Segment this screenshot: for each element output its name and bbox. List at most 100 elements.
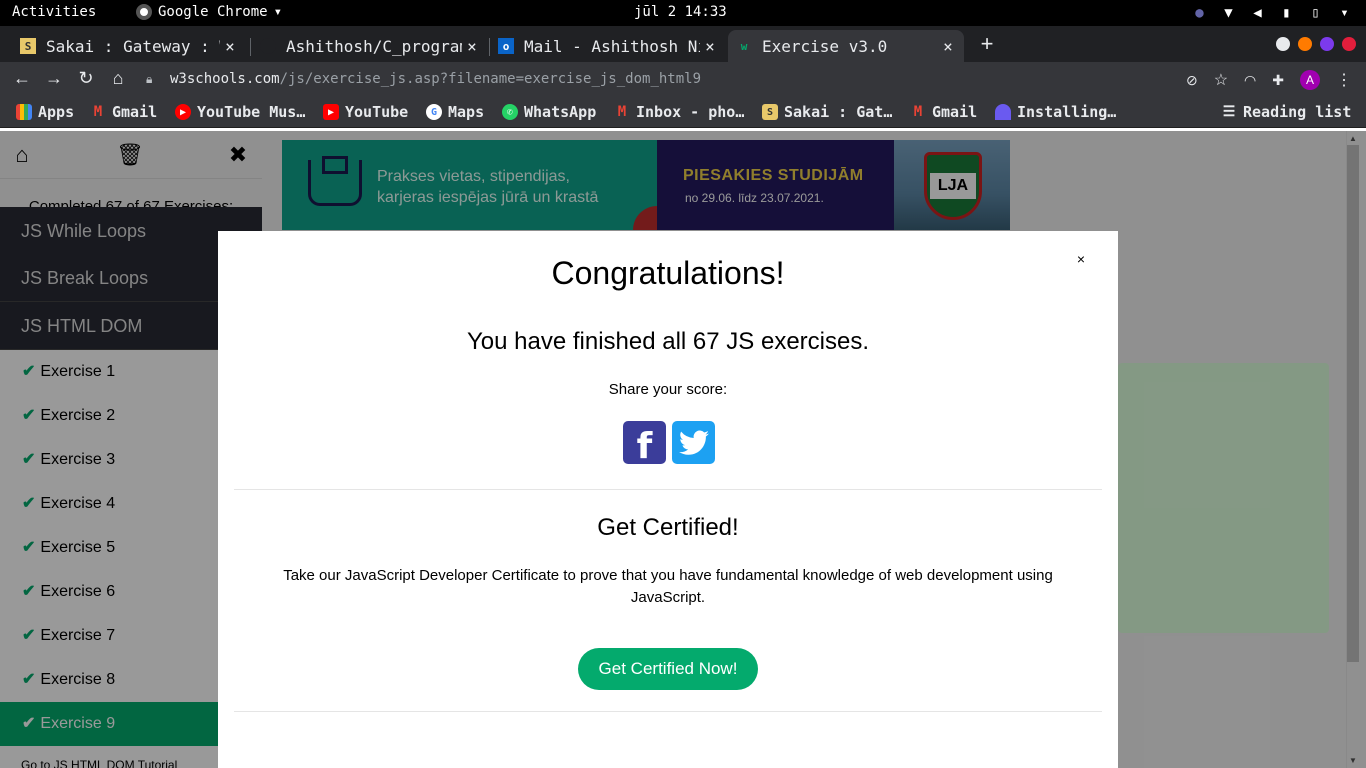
system-top-bar: Activities Google Chrome ▾ jūl 2 14:33 ●…	[0, 0, 1366, 26]
volume-icon[interactable]: ◀	[1250, 5, 1265, 21]
teams-icon[interactable]: ●	[1192, 5, 1207, 21]
extensions-puzzle-icon[interactable]: ✚	[1272, 72, 1284, 89]
power-menu-icon[interactable]: ▾	[1337, 5, 1352, 21]
extension-orange-icon[interactable]	[1298, 37, 1312, 51]
tab-sakai[interactable]: S Sakai : Gateway : We ×	[12, 30, 246, 62]
gmail-icon: M	[617, 104, 627, 120]
bookmark-whatsapp[interactable]: ✆ WhatsApp	[502, 103, 596, 121]
twitter-share-button[interactable]	[672, 421, 715, 464]
eye-off-icon[interactable]: ⊘	[1186, 72, 1198, 89]
close-icon[interactable]: ×	[220, 37, 240, 56]
tab-separator	[250, 38, 251, 56]
whatsapp-icon: ✆	[502, 104, 518, 120]
modal-divider	[234, 489, 1102, 490]
browser-toolbar: ← → ↻ ⌂ 🔒︎ w3schools.com/js/exercise_js.…	[0, 62, 1366, 96]
chevron-down-icon: ▾	[273, 4, 283, 20]
bookmark-label: YouTube Mus…	[197, 103, 306, 121]
tab-title: Sakai : Gateway : We	[46, 36, 220, 56]
facebook-icon: f	[636, 426, 653, 467]
bookmark-sakai[interactable]: S Sakai : Gat…	[762, 103, 892, 121]
get-certified-button[interactable]: Get Certified Now!	[578, 648, 758, 690]
bookmark-inbox[interactable]: M Inbox - pho…	[614, 103, 745, 121]
tab-title: Mail - Ashithosh Ni	[524, 36, 700, 56]
youtube-music-icon: ▶	[175, 104, 191, 120]
activities-button[interactable]: Activities	[12, 4, 96, 20]
battery-icon[interactable]: ▯	[1308, 5, 1323, 21]
reading-list-icon: ☰	[1222, 104, 1236, 120]
url-path: /js/exercise_js.asp?filename=exercise_js…	[279, 71, 702, 87]
sakai-icon: S	[20, 38, 36, 54]
close-icon[interactable]: ×	[938, 37, 958, 56]
bookmark-label: Installing…	[1017, 103, 1117, 121]
bookmark-label: Gmail	[932, 103, 978, 121]
bookmark-youtube-music[interactable]: ▶ YouTube Mus…	[175, 103, 305, 121]
share-buttons: f	[623, 421, 715, 467]
tab-title: Exercise v3.0	[762, 36, 888, 56]
menu-kebab-icon[interactable]: ⋮	[1336, 70, 1352, 90]
toolbar-actions: ⊘ ☆ ◠ ✚ A ⋮	[1186, 70, 1352, 90]
tab-search-icon[interactable]	[1276, 37, 1290, 51]
bookmark-label: Apps	[38, 103, 75, 121]
bookmark-youtube[interactable]: ▶ YouTube	[323, 103, 408, 121]
bookmark-label: Sakai : Gat…	[784, 103, 893, 121]
modal-divider	[234, 711, 1102, 712]
close-icon[interactable]: ×	[462, 37, 482, 56]
forward-button[interactable]: →	[43, 68, 65, 89]
wifi-icon[interactable]: ▼	[1221, 5, 1236, 21]
tab-strip: S Sakai : Gateway : We × Ashithosh/C_pro…	[0, 26, 1366, 62]
bookmark-label: WhatsApp	[524, 103, 597, 121]
tab-exercise[interactable]: w Exercise v3.0 ×	[728, 30, 964, 62]
url-domain: w3schools.com	[170, 71, 280, 87]
bookmark-apps[interactable]: Apps	[16, 103, 74, 121]
twitter-icon	[678, 429, 709, 455]
home-button[interactable]: ⌂	[107, 68, 129, 89]
close-icon[interactable]: ×	[700, 37, 720, 56]
bookmark-label: Inbox - pho…	[636, 103, 745, 121]
app-menu-label: Google Chrome	[158, 4, 268, 20]
star-icon[interactable]: ☆	[1214, 70, 1228, 90]
arc-extension-icon[interactable]: ◠	[1244, 72, 1256, 89]
tabstrip-extensions	[1276, 37, 1356, 51]
apps-grid-icon	[16, 104, 32, 120]
bookmark-label: YouTube	[345, 103, 409, 121]
bookmarks-bar: Apps M Gmail ▶ YouTube Mus… ▶ YouTube G Maps…	[0, 96, 1366, 128]
extension-red-icon[interactable]	[1342, 37, 1356, 51]
modal-title: Congratulations!	[551, 255, 785, 291]
github-icon	[260, 38, 276, 54]
chrome-icon	[136, 4, 152, 20]
certificate-description: Take our JavaScript Developer Certificat…	[283, 567, 1053, 606]
tab-mail[interactable]: o Mail - Ashithosh Ni ×	[490, 30, 726, 62]
lock-icon[interactable]: 🔒︎	[146, 72, 160, 87]
new-tab-button[interactable]: +	[976, 31, 998, 57]
certified-title: Get Certified!	[597, 514, 739, 541]
bookmark-label: Gmail	[112, 103, 158, 121]
bookmark-gmail-2[interactable]: M Gmail	[910, 103, 977, 121]
reload-button[interactable]: ↻	[75, 68, 97, 89]
microphone-icon[interactable]: ▮	[1279, 5, 1294, 21]
finished-message: You have finished all 67 JS exercises.	[466, 328, 870, 355]
congratulations-modal: × Congratulations! You have finished all…	[218, 231, 1118, 768]
tab-title: Ashithosh/C_programm	[286, 36, 462, 56]
share-label: Share your score:	[608, 381, 728, 398]
clock[interactable]: jūl 2 14:33	[634, 4, 727, 20]
facebook-share-button[interactable]: f	[623, 421, 666, 467]
w3schools-icon: w	[740, 39, 748, 53]
page-content: ⌂ 🗑︎ ✖ Completed 67 of 67 Exercises: JS …	[0, 131, 1366, 768]
sakai-icon: S	[762, 104, 778, 120]
app-menu[interactable]: Google Chrome ▾	[136, 4, 282, 20]
reading-list-label: Reading list	[1243, 103, 1352, 121]
back-button[interactable]: ←	[11, 68, 33, 89]
tab-github[interactable]: Ashithosh/C_programm ×	[252, 30, 488, 62]
profile-avatar[interactable]: A	[1300, 70, 1320, 90]
bookmark-installing[interactable]: Installing…	[995, 103, 1116, 121]
installing-icon	[995, 104, 1011, 120]
outlook-icon: o	[498, 38, 514, 54]
extension-purple-icon[interactable]	[1320, 37, 1334, 51]
bookmark-gmail[interactable]: M Gmail	[90, 103, 157, 121]
bookmark-label: Maps	[448, 103, 485, 121]
address-bar[interactable]: 🔒︎ w3schools.com/js/exercise_js.asp?file…	[140, 65, 1140, 93]
reading-list-button[interactable]: ☰ Reading list	[1221, 103, 1352, 121]
bookmark-maps[interactable]: G Maps	[426, 103, 484, 121]
youtube-icon: ▶	[323, 104, 339, 120]
system-tray[interactable]: ● ▼ ◀ ▮ ▯ ▾	[1192, 5, 1352, 21]
